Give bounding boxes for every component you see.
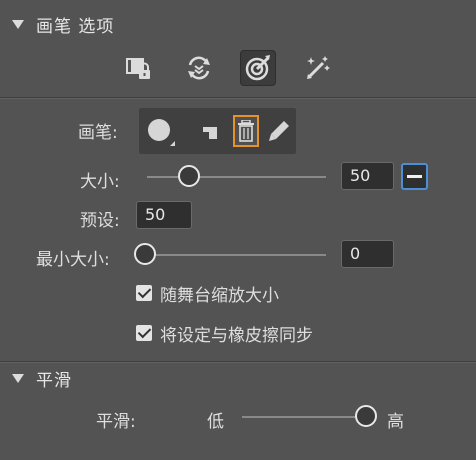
lock-fill-button[interactable] bbox=[121, 50, 157, 86]
delete-brush-button[interactable] bbox=[233, 115, 259, 147]
lock-fill-icon bbox=[126, 58, 150, 79]
size-label: 大小: bbox=[80, 172, 120, 192]
brush-shape-bar bbox=[139, 108, 296, 154]
brush-options-title: 画笔 选项 bbox=[36, 16, 115, 37]
preset-label: 预设: bbox=[80, 211, 120, 231]
magic-pen-icon bbox=[307, 56, 330, 79]
smoothing-low-label: 低 bbox=[207, 412, 224, 432]
smoothing-slider-thumb[interactable] bbox=[355, 405, 377, 427]
brush-label: 画笔: bbox=[78, 123, 118, 143]
target-brush-button[interactable] bbox=[240, 50, 276, 86]
size-slider-thumb[interactable] bbox=[178, 165, 200, 187]
collapse-triangle-icon[interactable] bbox=[12, 373, 24, 383]
sync-eraser-label: 将设定与橡皮擦同步 bbox=[160, 325, 313, 346]
smoothing-high-label: 高 bbox=[387, 412, 404, 432]
sync-eraser-option[interactable]: 将设定与橡皮擦同步 bbox=[136, 321, 313, 346]
trash-icon bbox=[238, 120, 254, 142]
custom-brush-shape-icon bbox=[203, 127, 217, 139]
min-size-slider-thumb[interactable] bbox=[134, 243, 156, 265]
brush-options-header[interactable]: 画笔 选项 bbox=[0, 4, 476, 44]
scale-with-stage-checkbox[interactable] bbox=[136, 284, 152, 301]
lock-rotation-button[interactable] bbox=[181, 50, 217, 86]
minus-icon bbox=[407, 175, 422, 178]
size-input[interactable]: 50 bbox=[341, 162, 394, 190]
size-slider-track[interactable] bbox=[147, 176, 326, 178]
collapse-triangle-icon[interactable] bbox=[12, 19, 24, 29]
min-size-label: 最小大小: bbox=[36, 250, 110, 270]
min-size-slider-track[interactable] bbox=[147, 254, 326, 256]
sync-eraser-checkbox[interactable] bbox=[136, 324, 152, 341]
check-icon bbox=[137, 324, 151, 339]
round-brush-icon bbox=[148, 119, 175, 146]
smoothing-title: 平滑 bbox=[36, 370, 72, 391]
size-decrease-button[interactable] bbox=[401, 163, 428, 190]
scale-with-stage-label: 随舞台缩放大小 bbox=[160, 285, 279, 306]
custom-brush-button[interactable] bbox=[197, 117, 225, 145]
pencil-icon bbox=[269, 121, 289, 141]
section-divider bbox=[0, 97, 476, 99]
target-brush-icon bbox=[245, 55, 270, 81]
smoothing-label: 平滑: bbox=[96, 412, 136, 432]
magic-pen-button[interactable] bbox=[300, 50, 336, 86]
smoothing-slider-track[interactable] bbox=[242, 416, 368, 418]
preset-input[interactable]: 50 bbox=[136, 201, 192, 229]
edit-brush-button[interactable] bbox=[265, 117, 293, 145]
min-size-input[interactable]: 0 bbox=[341, 240, 394, 268]
lock-rotation-icon bbox=[188, 56, 210, 80]
smoothing-header[interactable]: 平滑 bbox=[0, 358, 476, 398]
brush-shape-button[interactable] bbox=[143, 114, 177, 148]
check-icon bbox=[137, 284, 151, 299]
scale-with-stage-option[interactable]: 随舞台缩放大小 bbox=[136, 281, 279, 306]
